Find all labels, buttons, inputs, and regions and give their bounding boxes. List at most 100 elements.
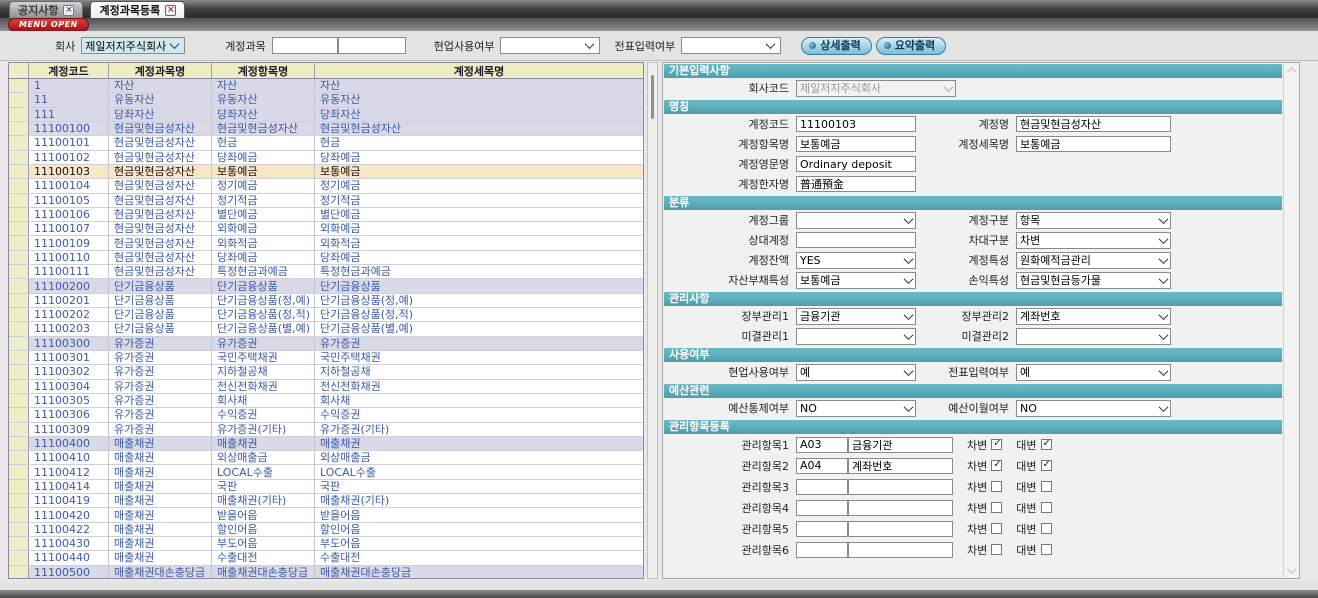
debit-checkbox[interactable] xyxy=(991,502,1002,513)
usage-filter-select[interactable] xyxy=(500,37,600,54)
table-row[interactable]: 11100400매출채권매출채권매출채권 xyxy=(9,437,643,451)
row-selector-cell[interactable] xyxy=(9,251,29,264)
scrollbar-thumb[interactable] xyxy=(651,75,654,119)
table-row[interactable]: 11100301유가증권국민주택채권국민주택채권 xyxy=(9,351,643,365)
table-row[interactable]: 11100309유가증권유가증권(기타)유가증권(기타) xyxy=(9,423,643,437)
table-row[interactable]: 11100420매출채권받을어음받을어음 xyxy=(9,508,643,522)
row-selector-cell[interactable] xyxy=(9,551,29,564)
table-row[interactable]: 11100412매출채권LOCAL수출LOCAL수출 xyxy=(9,465,643,479)
account-english-field[interactable] xyxy=(796,156,916,172)
table-row[interactable]: 11유동자산유동자산유동자산 xyxy=(9,93,643,107)
row-selector-cell[interactable] xyxy=(9,423,29,436)
debit-checkbox[interactable] xyxy=(991,544,1002,555)
table-row[interactable]: 111당좌자산당좌자산당좌자산 xyxy=(9,108,643,122)
table-row[interactable]: 11100203단기금융상품단기금융상품(별,예)단기금융상품(별,예) xyxy=(9,322,643,336)
account-code-field[interactable] xyxy=(796,116,916,132)
row-selector-cell[interactable] xyxy=(9,265,29,278)
asset-liability-trait-select[interactable]: 보통예금 xyxy=(796,272,916,289)
budget-control-select[interactable]: NO xyxy=(796,400,916,417)
tab-account-registration[interactable]: 계정과목등록 × xyxy=(90,1,185,18)
row-selector-cell[interactable] xyxy=(9,79,29,92)
mgmt-item-name-field[interactable] xyxy=(848,437,953,453)
account-hanja-field[interactable] xyxy=(796,176,916,192)
header-account-detail[interactable]: 계정세목명 xyxy=(315,63,643,78)
table-row[interactable]: 11100109현금및현금성자산외화적금외화적금 xyxy=(9,236,643,250)
tab-close-icon[interactable]: × xyxy=(165,5,176,16)
credit-checkbox[interactable] xyxy=(1041,502,1052,513)
mgmt-item-code-field[interactable] xyxy=(796,458,848,474)
table-row[interactable]: 11100201단기금융상품단기금융상품(정,예)단기금융상품(정,예) xyxy=(9,294,643,308)
table-row[interactable]: 11100305유가증권회사채회사채 xyxy=(9,394,643,408)
table-row[interactable]: 11100202단기금융상품단기금융상품(정,적)단기금융상품(정,적) xyxy=(9,308,643,322)
row-selector-cell[interactable] xyxy=(9,179,29,192)
account-name-input[interactable] xyxy=(338,37,406,54)
mgmt-item-name-field[interactable] xyxy=(848,500,953,516)
table-row[interactable]: 11100107현금및현금성자산외화예금외화예금 xyxy=(9,222,643,236)
row-selector-cell[interactable] xyxy=(9,208,29,221)
budget-carryover-select[interactable]: NO xyxy=(1016,400,1171,417)
tab-close-icon[interactable]: × xyxy=(63,5,74,16)
row-selector-cell[interactable] xyxy=(9,108,29,121)
credit-checkbox[interactable] xyxy=(1041,544,1052,555)
menu-open-button[interactable]: MENU OPEN xyxy=(8,18,89,32)
debit-checkbox[interactable] xyxy=(991,439,1002,450)
header-account-item[interactable]: 계정항목명 xyxy=(212,63,315,78)
row-selector-cell[interactable] xyxy=(9,380,29,393)
table-row[interactable]: 11100200단기금융상품단기금융상품단기금융상품 xyxy=(9,279,643,293)
row-selector-cell[interactable] xyxy=(9,236,29,249)
row-selector-cell[interactable] xyxy=(9,122,29,135)
credit-checkbox[interactable] xyxy=(1041,439,1052,450)
row-selector-cell[interactable] xyxy=(9,165,29,178)
table-row[interactable]: 11100110현금및현금성자산당좌예금당좌예금 xyxy=(9,251,643,265)
chevron-up-icon[interactable] xyxy=(1286,67,1296,77)
row-selector-cell[interactable] xyxy=(9,308,29,321)
table-row[interactable]: 11100111현금및현금성자산특정현금과예금특정현금과예금 xyxy=(9,265,643,279)
row-selector-cell[interactable] xyxy=(9,322,29,335)
table-row[interactable]: 11100100현금및현금성자산현금및현금성자산현금및현금성자산 xyxy=(9,122,643,136)
company-select[interactable]: 제일저지주식회사 xyxy=(81,37,185,54)
header-account-subject[interactable]: 계정과목명 xyxy=(109,63,212,78)
table-row[interactable]: 11100422매출채권할인어음할인어음 xyxy=(9,523,643,537)
row-selector-cell[interactable] xyxy=(9,151,29,164)
table-row[interactable]: 11100104현금및현금성자산정기예금정기예금 xyxy=(9,179,643,193)
table-row[interactable]: 11100102현금및현금성자산당좌예금당좌예금 xyxy=(9,151,643,165)
account-trait-select[interactable]: 원화예적금관리 xyxy=(1016,252,1171,269)
pending-mgmt2-select[interactable] xyxy=(1016,328,1171,345)
mgmt-item-name-field[interactable] xyxy=(848,542,953,558)
account-balance-select[interactable]: YES xyxy=(796,252,916,269)
slip-entry-select[interactable]: 예 xyxy=(1016,364,1171,381)
detail-print-button[interactable]: 상세출력 xyxy=(801,37,871,55)
table-scrollbar[interactable] xyxy=(647,62,658,579)
slip-filter-select[interactable] xyxy=(681,37,781,54)
row-selector-cell[interactable] xyxy=(9,523,29,536)
mgmt-item-code-field[interactable] xyxy=(796,542,848,558)
row-selector-cell[interactable] xyxy=(9,465,29,478)
debit-checkbox[interactable] xyxy=(991,481,1002,492)
mgmt-item-code-field[interactable] xyxy=(796,437,848,453)
table-row[interactable]: 11100430매출채권부도어음부도어음 xyxy=(9,537,643,551)
mgmt-item-code-field[interactable] xyxy=(796,479,848,495)
table-row[interactable]: 11100304유가증권전신전화채권전신전화채권 xyxy=(9,380,643,394)
row-selector-cell[interactable] xyxy=(9,351,29,364)
table-row[interactable]: 1자산자산자산 xyxy=(9,79,643,93)
row-selector-cell[interactable] xyxy=(9,294,29,307)
table-row[interactable]: 11100105현금및현금성자산정기적금정기적금 xyxy=(9,194,643,208)
row-selector-cell[interactable] xyxy=(9,337,29,350)
mgmt-item-name-field[interactable] xyxy=(848,521,953,537)
row-selector-cell[interactable] xyxy=(9,408,29,421)
mgmt-item-code-field[interactable] xyxy=(796,500,848,516)
row-selector-cell[interactable] xyxy=(9,136,29,149)
table-row[interactable]: 11100410매출채권외상매출금외상매출금 xyxy=(9,451,643,465)
table-row[interactable]: 11100306유가증권수익증권수익증권 xyxy=(9,408,643,422)
row-selector-cell[interactable] xyxy=(9,566,29,579)
row-selector-cell[interactable] xyxy=(9,437,29,450)
table-row[interactable]: 11100500매출채권대손충당금매출채권대손충당금매출채권대손충당금 xyxy=(9,566,643,579)
header-account-code[interactable]: 계정코드 xyxy=(29,63,109,78)
profit-loss-trait-select[interactable]: 현금및현금등가물 xyxy=(1016,272,1171,289)
mgmt-item-code-field[interactable] xyxy=(796,521,848,537)
row-selector-cell[interactable] xyxy=(9,93,29,106)
row-selector-cell[interactable] xyxy=(9,394,29,407)
tab-notice[interactable]: 공지사항 × xyxy=(9,1,83,18)
row-selector-cell[interactable] xyxy=(9,494,29,507)
table-row[interactable]: 11100103현금및현금성자산보통예금보통예금 xyxy=(9,165,643,179)
